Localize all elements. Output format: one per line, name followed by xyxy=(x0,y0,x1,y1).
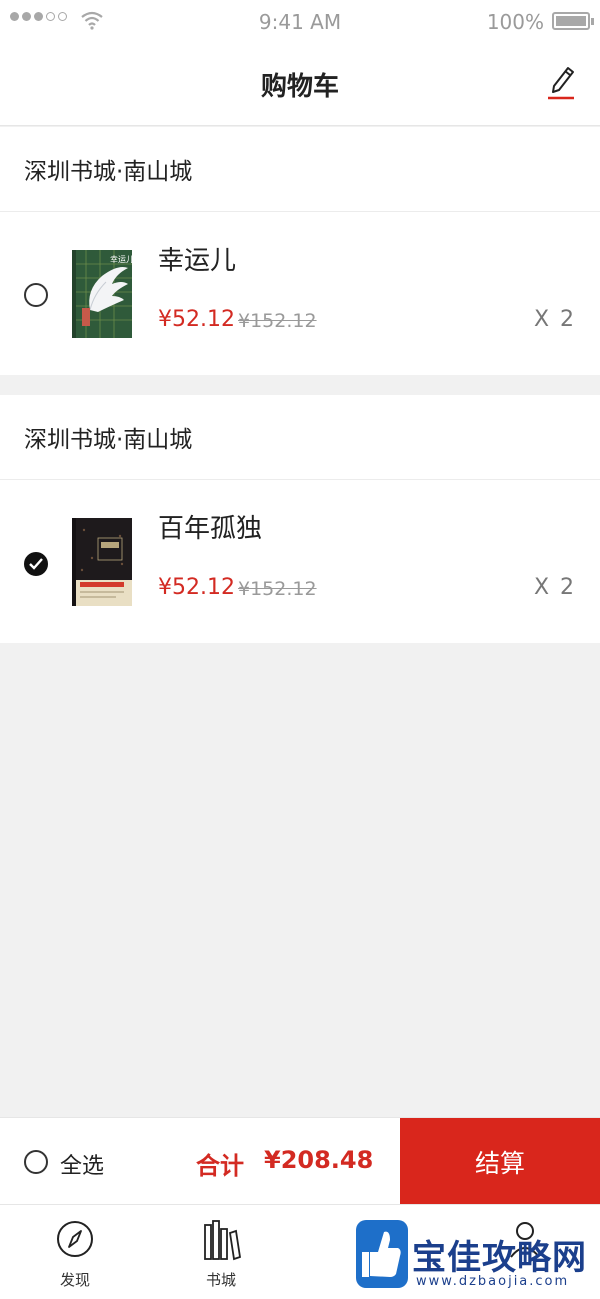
thumbs-up-icon xyxy=(356,1220,408,1288)
status-bar: 9:41 AM 100% xyxy=(0,0,600,44)
tab-bookstore[interactable]: 书城 xyxy=(146,1205,296,1299)
shop-name: 深圳书城·南山城 xyxy=(0,395,600,480)
shop-section: 深圳书城·南山城 幸运儿 幸运儿 ¥52.12 ¥152.12 X 2 xyxy=(0,127,600,375)
select-all-label[interactable]: 全选 xyxy=(60,1148,104,1180)
battery-icon xyxy=(552,12,594,30)
select-all-radio[interactable] xyxy=(24,1150,48,1174)
checkmark-icon xyxy=(29,558,43,570)
tab-discover[interactable]: 发现 xyxy=(0,1205,150,1299)
book-cover-image xyxy=(72,518,132,606)
tab-label: 书城 xyxy=(205,1271,236,1289)
item-quantity: X 2 xyxy=(533,307,576,332)
tab-label: 发现 xyxy=(59,1271,90,1289)
compass-icon xyxy=(57,1221,93,1257)
watermark-text: 宝佳攻略网 xyxy=(412,1238,587,1278)
item-quantity: X 2 xyxy=(533,575,576,600)
item-select-radio[interactable] xyxy=(24,552,48,576)
svg-text:幸运儿: 幸运儿 xyxy=(110,255,132,264)
cart-item[interactable]: 幸运儿 幸运儿 ¥52.12 ¥152.12 X 2 xyxy=(0,212,600,375)
watermark: 宝佳攻略网 www.dzbaojia.com xyxy=(350,1206,600,1299)
shop-name: 深圳书城·南山城 xyxy=(0,127,600,212)
item-original-price: ¥152.12 xyxy=(238,578,317,600)
checkout-bar: 全选 合计 ¥208.48 结算 xyxy=(0,1117,600,1205)
total-amount: ¥208.48 xyxy=(264,1146,374,1174)
item-title[interactable]: 百年孤独 xyxy=(158,508,262,545)
battery-percentage: 100% xyxy=(486,10,544,34)
item-price: ¥52.12 xyxy=(158,575,235,600)
bookshelf-icon xyxy=(204,1220,241,1261)
book-cover-image: 幸运儿 xyxy=(72,250,132,338)
page-title: 购物车 xyxy=(260,72,339,102)
navigation-bar: 购物车 xyxy=(0,44,600,126)
item-original-price: ¥152.12 xyxy=(238,310,317,332)
item-select-radio[interactable] xyxy=(24,283,48,307)
total-label: 合计 xyxy=(196,1152,244,1180)
watermark-url: www.dzbaojia.com xyxy=(416,1274,570,1289)
cart-item[interactable]: 百年孤独 ¥52.12 ¥152.12 X 2 xyxy=(0,480,600,643)
item-title[interactable]: 幸运儿 xyxy=(158,240,236,277)
checkout-button[interactable]: 结算 xyxy=(400,1118,600,1205)
shop-section: 深圳书城·南山城 百年孤独 ¥52.12 ¥152.12 X 2 xyxy=(0,395,600,643)
item-price: ¥52.12 xyxy=(158,307,235,332)
pencil-icon[interactable] xyxy=(544,62,578,102)
